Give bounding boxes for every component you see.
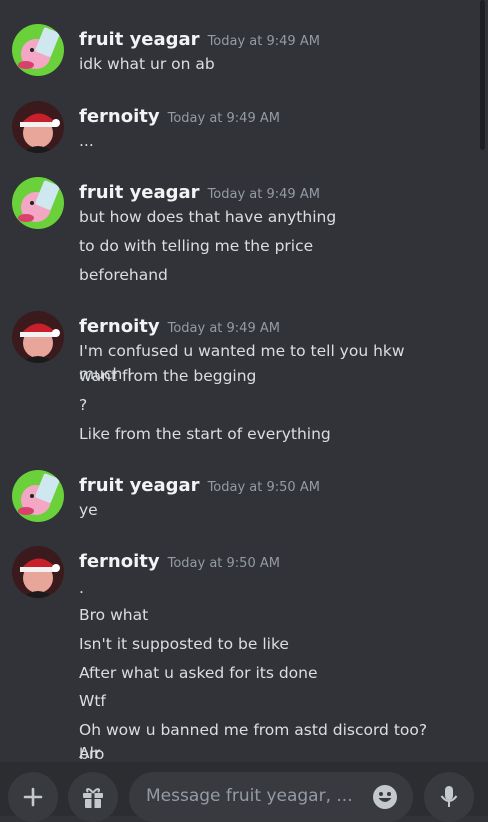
timestamp: Today at 9:49 AM [167,111,280,126]
kirby-avatar[interactable] [12,24,64,76]
author-name[interactable]: fernoity [79,106,160,127]
message-line: . [79,579,84,597]
message-line: ? [79,396,88,414]
santa-hat-avatar[interactable] [12,546,64,598]
author-name[interactable]: fruit yeagar [79,29,200,50]
timestamp: Today at 9:49 AM [167,321,280,336]
message-header: fernoity Today at 9:49 AM [79,316,280,337]
voice-message-button[interactable] [424,772,474,822]
message-line: Bro what [79,606,149,624]
timestamp: Today at 9:49 AM [207,34,320,49]
message-input[interactable]: Message fruit yeagar, ... [129,772,413,822]
message-line: After what u asked for its done [79,664,318,682]
message-composer: Message fruit yeagar, ... [0,762,488,822]
message-line: Wtf [79,692,106,710]
gift-button[interactable] [68,772,118,822]
message-line: ye [79,501,98,519]
microphone-icon [440,786,458,807]
author-name[interactable]: fruit yeagar [79,475,200,496]
message-line: bro [79,745,105,762]
message-list[interactable]: fruit yeagar Today at 9:49 AM idk what ur… [0,0,488,762]
message-line: ... [79,132,94,150]
add-attachment-button[interactable] [8,772,58,822]
message-header: fruit yeagar Today at 9:49 AM [79,182,320,203]
author-name[interactable]: fernoity [79,551,160,572]
message-input-placeholder: Message fruit yeagar, ... [146,786,353,806]
plus-icon [23,787,43,807]
message-line: to do with telling me the price [79,237,314,255]
message-line: but how does that have anything [79,208,337,226]
author-name[interactable]: fruit yeagar [79,182,200,203]
message-line: Isn't it supposted to be like [79,635,289,653]
santa-hat-avatar[interactable] [12,311,64,363]
message-header: fernoity Today at 9:50 AM [79,551,280,572]
message-header: fernoity Today at 9:49 AM [79,106,280,127]
santa-hat-avatar[interactable] [12,101,64,153]
message-line: Like from the start of everything [79,425,331,443]
message-line: idk what ur on ab [79,55,215,73]
timestamp: Today at 9:49 AM [207,187,320,202]
message-line: beforehand [79,266,168,284]
message-header: fruit yeagar Today at 9:50 AM [79,475,320,496]
kirby-avatar[interactable] [12,470,64,522]
message-header: fruit yeagar Today at 9:49 AM [79,29,320,50]
message-line: want from the begging [79,367,257,385]
emoji-icon[interactable] [372,784,398,810]
gift-icon [83,788,103,808]
author-name[interactable]: fernoity [79,316,160,337]
kirby-avatar[interactable] [12,177,64,229]
timestamp: Today at 9:50 AM [207,480,320,495]
scrollbar[interactable] [480,0,485,150]
timestamp: Today at 9:50 AM [167,556,280,571]
